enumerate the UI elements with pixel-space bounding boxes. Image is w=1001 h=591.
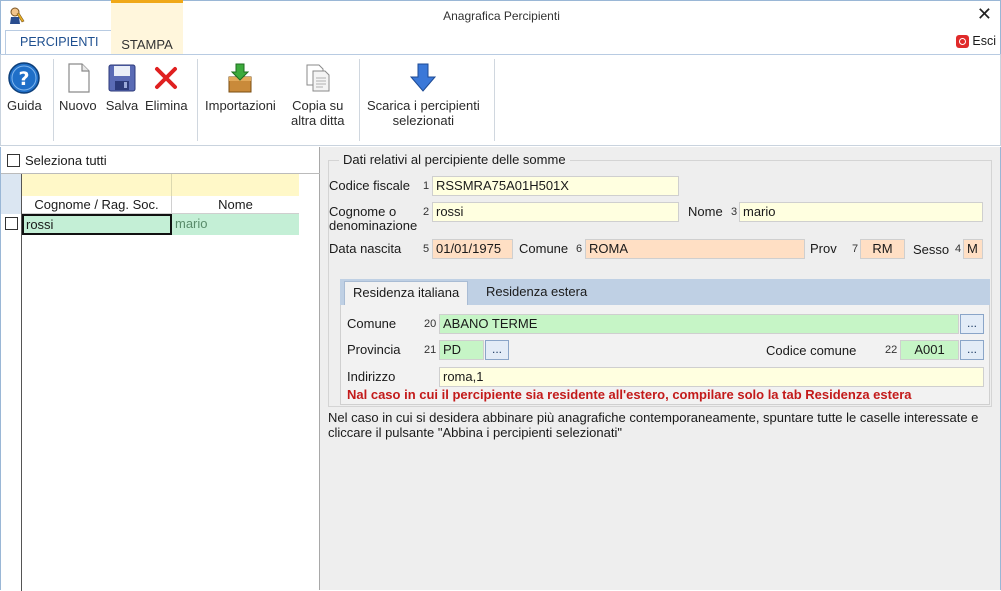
scarica-label-line1: Scarica i percipienti <box>367 98 480 113</box>
download-arrow-icon <box>410 63 437 92</box>
res-indirizzo-field[interactable]: roma,1 <box>439 367 984 387</box>
copia-label-line1: Copia su <box>292 98 344 113</box>
copy-icon <box>306 64 330 92</box>
nome-num: 3 <box>731 206 738 218</box>
table-row[interactable]: rossi mario <box>1 214 299 235</box>
nuovo-button[interactable]: Nuovo <box>59 61 97 113</box>
prov-label: Prov <box>810 241 837 256</box>
nuovo-label: Nuovo <box>59 98 97 113</box>
guida-label: Guida <box>7 98 42 113</box>
cognome-field[interactable]: rossi <box>432 202 679 222</box>
elimina-button[interactable]: Elimina <box>145 61 188 113</box>
percipienti-list-panel: Seleziona tutti Cognome / Rag. Soc. Nome… <box>0 147 320 591</box>
prov-num: 7 <box>852 243 859 255</box>
codice-fiscale-label: Codice fiscale <box>329 178 410 193</box>
row-header-corner <box>1 174 21 214</box>
copia-button[interactable]: Copia su altra ditta <box>291 61 344 128</box>
cognome-label-line2: denominazione <box>329 218 418 233</box>
cell-nome[interactable]: mario <box>172 214 299 235</box>
svg-text:?: ? <box>19 68 30 90</box>
res-codice-comune-lookup-button[interactable]: ... <box>960 340 984 360</box>
comune-nascita-num: 6 <box>576 243 583 255</box>
comune-nascita-label: Comune <box>519 241 569 256</box>
delete-icon <box>155 67 178 89</box>
nome-field[interactable]: mario <box>739 202 983 222</box>
copia-label-line2: altra ditta <box>291 113 345 128</box>
filter-separator <box>171 174 172 196</box>
column-header-cognome[interactable]: Cognome / Rag. Soc. <box>22 196 172 213</box>
residenza-italiana-panel: Comune 20 ABANO TERME ... Provincia 21 P… <box>340 305 990 405</box>
data-nascita-field[interactable]: 01/01/1975 <box>432 239 513 259</box>
res-comune-field[interactable]: ABANO TERME <box>439 314 959 334</box>
power-icon <box>956 34 970 48</box>
res-codice-comune-field[interactable]: A001 <box>900 340 959 360</box>
cognome-label-line1: Cognome o <box>329 204 397 219</box>
res-comune-label: Comune <box>347 316 397 331</box>
percipienti-grid: Cognome / Rag. Soc. Nome rossi mario <box>1 173 320 591</box>
column-header-nome[interactable]: Nome <box>172 196 299 213</box>
close-button[interactable]: ✕ <box>977 4 992 25</box>
data-nascita-num: 5 <box>423 243 430 255</box>
toolbar-separator <box>197 59 198 141</box>
filter-row[interactable] <box>22 174 299 196</box>
comune-nascita-field[interactable]: ROMA <box>585 239 805 259</box>
toolbar: ? Guida Nuovo Salva Elimina Importazioni… <box>0 54 1001 146</box>
cell-cognome[interactable]: rossi <box>22 214 172 235</box>
tab-percipienti[interactable]: PERCIPIENTI <box>5 30 114 55</box>
warning-message: Nal caso in cui il percipiente sia resid… <box>347 387 912 402</box>
sesso-num: 4 <box>955 243 962 255</box>
nome-label: Nome <box>688 204 723 219</box>
ribbon-tab-bar: PERCIPIENTI STAMPA Esci <box>0 0 1001 55</box>
save-icon <box>108 64 136 92</box>
percipiente-group-box: Dati relativi al percipiente delle somme… <box>328 152 992 407</box>
toolbar-separator <box>359 59 360 141</box>
new-document-icon <box>68 63 90 93</box>
import-icon <box>228 63 252 93</box>
res-comune-lookup-button[interactable]: ... <box>960 314 984 334</box>
importazioni-button[interactable]: Importazioni <box>205 61 276 113</box>
scarica-button[interactable]: Scarica i percipienti selezionati <box>367 61 480 128</box>
tab-stampa[interactable]: STAMPA <box>111 0 183 54</box>
res-provincia-num: 21 <box>424 344 437 356</box>
guida-button[interactable]: ? Guida <box>7 61 42 113</box>
toolbar-separator <box>494 59 495 141</box>
group-title: Dati relativi al percipiente delle somme <box>339 152 570 167</box>
exit-label: Esci <box>972 34 996 48</box>
res-provincia-label: Provincia <box>347 342 401 357</box>
scarica-label-line2: selezionati <box>392 113 455 128</box>
sesso-label: Sesso <box>913 242 950 257</box>
tab-residenza-estera[interactable]: Residenza estera <box>478 279 595 305</box>
row-header-column <box>1 174 22 591</box>
row-checkbox[interactable] <box>5 217 18 230</box>
data-nascita-label: Data nascita <box>329 241 402 256</box>
elimina-label: Elimina <box>145 98 188 113</box>
codice-fiscale-field[interactable]: RSSMRA75A01H501X <box>432 176 679 196</box>
codice-fiscale-num: 1 <box>423 180 430 192</box>
info-note: Nel caso in cui si desidera abbinare più… <box>328 410 979 440</box>
grid-header-row: Cognome / Rag. Soc. Nome <box>22 196 299 214</box>
cognome-num: 2 <box>423 206 430 218</box>
res-codice-comune-num: 22 <box>885 344 898 356</box>
select-all-label: Seleziona tutti <box>25 153 107 168</box>
res-indirizzo-label: Indirizzo <box>347 369 396 384</box>
sesso-field[interactable]: M <box>963 239 983 259</box>
residenza-tab-bar: Residenza italiana Residenza estera <box>340 279 990 306</box>
toolbar-separator <box>53 59 54 141</box>
salva-label: Salva <box>105 98 139 113</box>
importazioni-label: Importazioni <box>205 98 276 113</box>
select-all-checkbox[interactable]: Seleziona tutti <box>7 153 107 168</box>
percipiente-detail-panel: Dati relativi al percipiente delle somme… <box>320 147 1001 590</box>
help-icon: ? <box>8 62 41 94</box>
prov-field[interactable]: RM <box>860 239 905 259</box>
checkbox-box[interactable] <box>7 154 20 167</box>
salva-button[interactable]: Salva <box>105 61 139 113</box>
res-codice-comune-label: Codice comune <box>766 343 857 358</box>
res-comune-num: 20 <box>424 318 437 330</box>
res-provincia-lookup-button[interactable]: ... <box>485 340 509 360</box>
exit-button[interactable]: Esci <box>956 34 996 48</box>
tab-residenza-italiana[interactable]: Residenza italiana <box>344 281 469 306</box>
res-provincia-field[interactable]: PD <box>439 340 484 360</box>
